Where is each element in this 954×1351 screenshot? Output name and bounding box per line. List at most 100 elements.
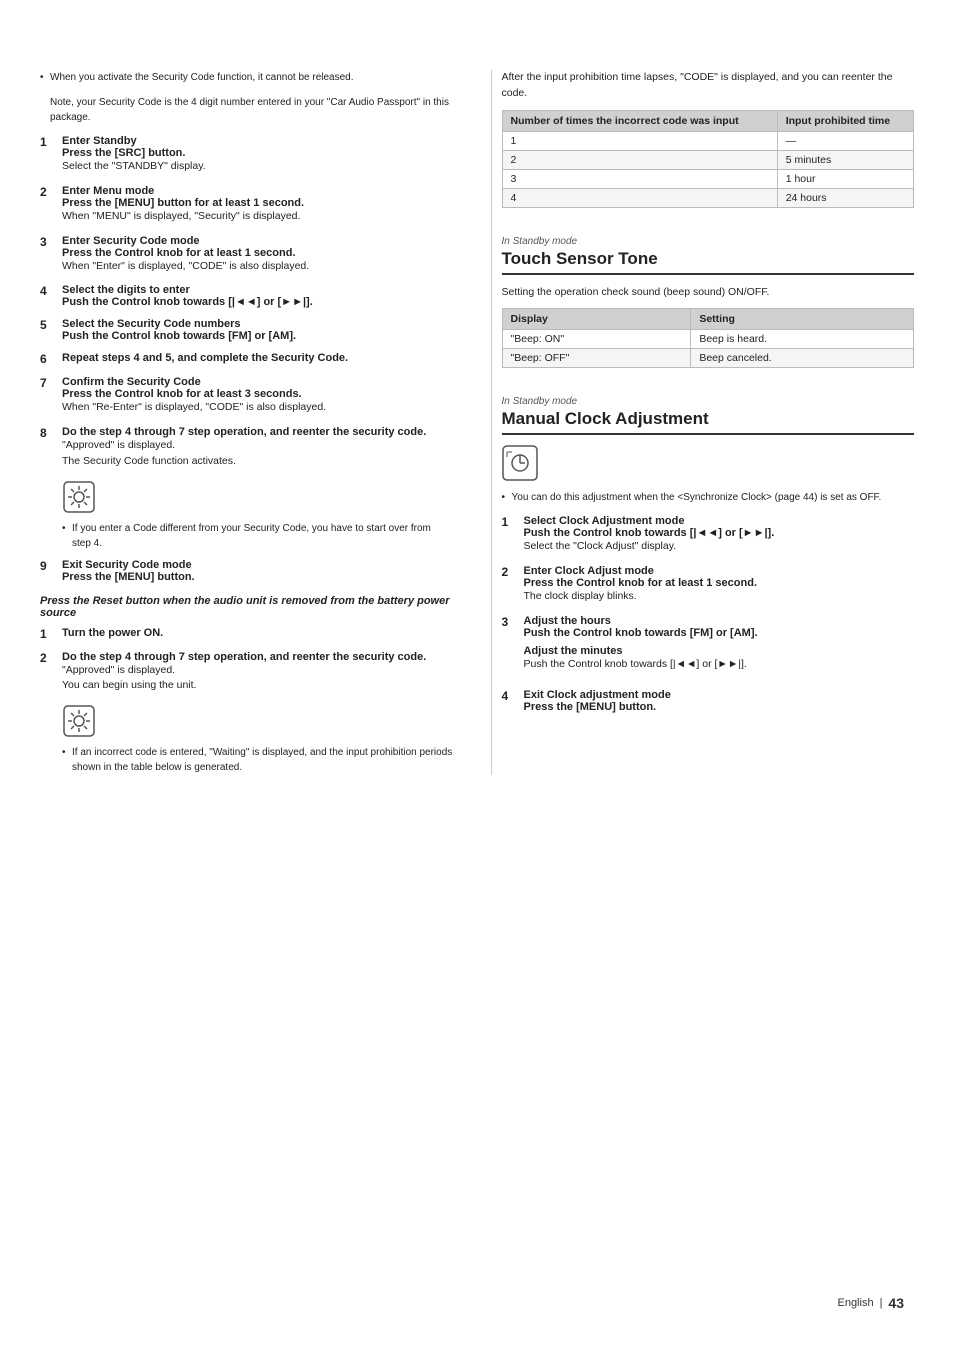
step-4-num: 4 [40,284,56,308]
reset-step-2-num: 2 [40,651,56,695]
clock-step-4-content: Exit Clock adjustment mode Press the [ME… [524,689,915,713]
step-7: 7 Confirm the Security Code Press the Co… [40,376,453,416]
step-1-body: Select the "STANDBY" display. [62,159,453,175]
clock-step-3-content: Adjust the hours Push the Control knob t… [524,615,915,679]
step-9-detail: Press the [MENU] button. [62,571,453,583]
step-1-title: Enter Standby [62,135,453,147]
reset-heading: Press the Reset button when the audio un… [40,595,453,619]
clock-step-1-title: Select Clock Adjustment mode [524,515,915,527]
gear-icon-2 [62,704,453,741]
table-cell: 24 hours [777,188,913,207]
table-cell: Beep canceled. [691,349,914,368]
reset-step-1-title: Turn the power ON. [62,627,453,639]
reset-step-1-num: 1 [40,627,56,641]
step-1-num: 1 [40,135,56,175]
table-header-2: Input prohibited time [777,110,913,131]
reset-step-2-body: "Approved" is displayed.You can begin us… [62,663,453,695]
clock-mode: In Standby mode [502,396,915,407]
step-8-note: If you enter a Code different from your … [62,521,453,551]
step-2: 2 Enter Menu mode Press the [MENU] butto… [40,185,453,225]
step-1-detail: Press the [SRC] button. [62,147,453,159]
step-4: 4 Select the digits to enter Push the Co… [40,284,453,308]
table-row: "Beep: OFF" Beep canceled. [502,349,914,368]
clock-step-1-num: 1 [502,515,518,555]
step-6-content: Repeat steps 4 and 5, and complete the S… [62,352,453,366]
step-1-content: Enter Standby Press the [SRC] button. Se… [62,135,453,175]
table-row: 1 — [502,131,914,150]
clock-step-2: 2 Enter Clock Adjust mode Press the Cont… [502,565,915,605]
clock-step-4-title: Exit Clock adjustment mode [524,689,915,701]
table-cell: "Beep: OFF" [502,349,691,368]
table-cell: — [777,131,913,150]
table-cell: 1 [502,131,777,150]
clock-step-3: 3 Adjust the hours Push the Control knob… [502,615,915,679]
clock-step-2-num: 2 [502,565,518,605]
table-row: 3 1 hour [502,169,914,188]
clock-step-2-title: Enter Clock Adjust mode [524,565,915,577]
touch-table-header-1: Display [502,309,691,330]
page-wrapper: When you activate the Security Code func… [0,0,954,1351]
step-5-title: Select the Security Code numbers [62,318,453,330]
step-9-content: Exit Security Code mode Press the [MENU]… [62,559,453,583]
reset-step-2-content: Do the step 4 through 7 step operation, … [62,651,453,695]
step-9-num: 9 [40,559,56,583]
step-3-title: Enter Security Code mode [62,235,453,247]
reset-step-1: 1 Turn the power ON. [40,627,453,641]
clock-section: In Standby mode Manual Clock Adjustment … [502,396,915,712]
reset-step-1-content: Turn the power ON. [62,627,453,641]
step-5-detail: Push the Control knob towards [FM] or [A… [62,330,453,342]
intro-sub: Note, your Security Code is the 4 digit … [40,95,453,125]
clock-step-4: 4 Exit Clock adjustment mode Press the [… [502,689,915,713]
clock-note: You can do this adjustment when the <Syn… [502,490,915,505]
clock-step-3-num: 3 [502,615,518,679]
clock-step-3-title: Adjust the hours [524,615,915,627]
clock-step-2-detail: Press the Control knob for at least 1 se… [524,577,915,589]
touch-sensor-desc: Setting the operation check sound (beep … [502,285,915,301]
table-row: 4 24 hours [502,188,914,207]
step-2-content: Enter Menu mode Press the [MENU] button … [62,185,453,225]
table-row: "Beep: ON" Beep is heard. [502,330,914,349]
page-footer-text: English | 43 [837,1295,904,1311]
step-3-body: When "Enter" is displayed, "CODE" is als… [62,259,453,275]
touch-table-header-2: Setting [691,309,914,330]
reset-note: If an incorrect code is entered, "Waitin… [62,745,453,775]
clock-step-4-detail: Press the [MENU] button. [524,701,915,713]
step-4-detail: Push the Control knob towards [|◄◄] or [… [62,296,453,308]
language-label: English [837,1297,873,1309]
clock-step-1-body: Select the "Clock Adjust" display. [524,539,915,555]
gear-icon-1 [62,480,453,517]
clock-step-1-content: Select Clock Adjustment mode Push the Co… [524,515,915,555]
step-7-content: Confirm the Security Code Press the Cont… [62,376,453,416]
step-2-title: Enter Menu mode [62,185,453,197]
clock-step-4-num: 4 [502,689,518,713]
step-3: 3 Enter Security Code mode Press the Con… [40,235,453,275]
touch-sensor-title: Touch Sensor Tone [502,249,915,275]
left-column: When you activate the Security Code func… [40,70,463,775]
step-2-num: 2 [40,185,56,225]
reset-step-2: 2 Do the step 4 through 7 step operation… [40,651,453,695]
step-5-num: 5 [40,318,56,342]
step-7-title: Confirm the Security Code [62,376,453,388]
table-cell: 4 [502,188,777,207]
clock-title: Manual Clock Adjustment [502,409,915,435]
prohibition-table: Number of times the incorrect code was i… [502,110,915,208]
table-cell: 5 minutes [777,150,913,169]
step-9: 9 Exit Security Code mode Press the [MEN… [40,559,453,583]
step-7-detail: Press the Control knob for at least 3 se… [62,388,453,400]
clock-step-2-body: The clock display blinks. [524,589,915,605]
step-3-content: Enter Security Code mode Press the Contr… [62,235,453,275]
touch-sensor-mode: In Standby mode [502,236,915,247]
table-cell: 2 [502,150,777,169]
page-footer: English | 43 [837,1295,904,1311]
step-3-num: 3 [40,235,56,275]
clock-step-3-sub-title: Adjust the minutes [524,645,915,657]
step-4-title: Select the digits to enter [62,284,453,296]
step-5: 5 Select the Security Code numbers Push … [40,318,453,342]
pipe-separator: | [880,1297,883,1309]
step-9-title: Exit Security Code mode [62,559,453,571]
table-header-1: Number of times the incorrect code was i… [502,110,777,131]
step-8-title: Do the step 4 through 7 step operation, … [62,426,453,438]
step-3-detail: Press the Control knob for at least 1 se… [62,247,453,259]
clock-icon [502,445,915,484]
step-2-detail: Press the [MENU] button for at least 1 s… [62,197,453,209]
